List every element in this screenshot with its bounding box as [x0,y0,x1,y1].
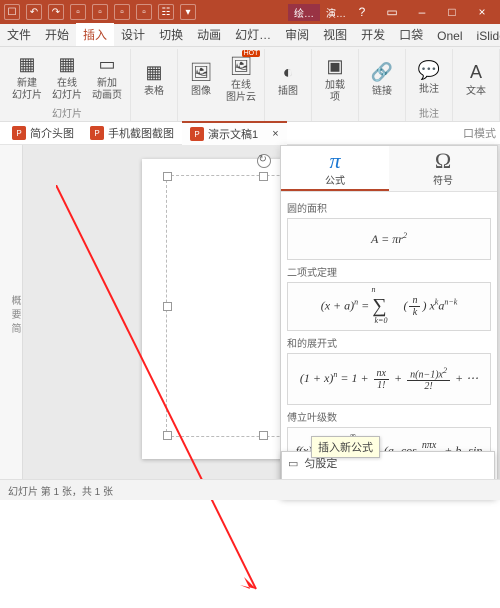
status-bar: 幻灯片 第 1 张，共 1 张 [0,479,500,500]
comment-button[interactable]: 💬批注 [410,56,448,98]
group-comment-label: 批注 [419,105,439,121]
new-slide-button[interactable]: ▦新建 幻灯片 [8,50,46,104]
tab-slideshow[interactable]: 幻灯… [228,23,278,46]
tab-review[interactable]: 审阅 [278,23,316,46]
rotate-handle[interactable] [257,154,271,168]
tab-onenote[interactable]: Onel [430,26,469,46]
online-image-button[interactable]: HOT🖼在线 图片云 [222,52,260,106]
table-icon: ▦ [142,60,166,84]
ribbon: ▦新建 幻灯片 ▦在线 幻灯片 ▭新加 动画页 幻灯片 ▦表格 🖼图像 HOT🖼… [0,47,500,122]
equation-item[interactable]: 圆的面积 A = πr2 [287,196,491,260]
undo-icon[interactable]: ↶ [26,4,42,20]
context-tab-label: 绘… [288,4,320,21]
resize-handle[interactable] [163,172,172,181]
comment-icon: 💬 [417,58,441,82]
text-icon: A [464,60,488,84]
help-icon[interactable]: ? [348,0,376,24]
qat-item[interactable]: ▫ [70,4,86,20]
hot-badge: HOT [242,50,261,57]
group-slides-label: 幻灯片 [52,105,82,121]
shapes-icon: ◐ [276,60,300,84]
ppt-icon: P [12,126,26,140]
resize-handle[interactable] [259,431,268,440]
doc-tab[interactable]: P手机截图截图 [82,122,182,144]
ribbon-toggle-icon[interactable]: ▭ [378,0,406,24]
outline-label: 概要简 [0,145,23,481]
image-icon: 🖼 [189,60,213,84]
resize-handle[interactable] [163,431,172,440]
link-button[interactable]: 🔗链接 [363,58,401,100]
tab-koubei[interactable]: 口袋 [392,23,430,46]
tab-animation[interactable]: 动画 [190,23,228,46]
qat-more-icon[interactable]: ▾ [180,4,196,20]
tab-islide[interactable]: iSlide [470,26,500,46]
tab-file[interactable]: 文件 [0,23,38,46]
document-tabs: P简介头图 P手机截图截图 P演示文稿1 × 口模式 [0,122,500,145]
shapes-button[interactable]: ◐插图 [269,58,307,100]
title-bar: ☐ ↶ ↷ ▫ ▫ ▫ ▫ ☷ ▾ 绘… 演… ? ▭ – □ × [0,0,500,24]
equation-item[interactable]: 和的展开式 (1 + x)n = 1 + nx1! + n(n−1)x22! +… [287,331,491,405]
tab-home[interactable]: 开始 [38,23,76,46]
addins-icon: ▣ [323,54,347,78]
equation-tab[interactable]: π公式 [281,146,389,191]
equation-item[interactable]: 二项式定理 (x + a)n = ∑k=0n(nk) xkan−k [287,260,491,331]
check-icon: ▭ [288,457,298,470]
doc-tab[interactable]: P简介头图 [4,122,82,144]
redo-icon[interactable]: ↷ [48,4,64,20]
qat-item[interactable]: ▫ [114,4,130,20]
addins-button[interactable]: ▣加载 项 [316,52,354,106]
doc-tab-active[interactable]: P演示文稿1 × [182,121,287,145]
image-button[interactable]: 🖼图像 [182,58,220,100]
ppt-icon: P [90,126,104,140]
app-title: 演… [326,5,346,20]
minimize-button[interactable]: – [408,0,436,24]
close-button[interactable]: × [468,0,496,24]
tooltip: 插入新公式 [311,436,380,458]
online-slide-icon: ▦ [55,52,79,76]
qat-item[interactable]: ▫ [136,4,152,20]
slide-counter: 幻灯片 第 1 张，共 1 张 [8,483,113,498]
ribbon-tabs: 文件 开始 插入 设计 切换 动画 幻灯… 审阅 视图 开发 口袋 Onel i… [0,24,500,47]
slide-canvas[interactable]: π公式 Ω符号 圆的面积 A = πr2 二项式定理 (x + a)n = ∑k… [23,145,500,481]
save-icon[interactable]: ☐ [4,4,20,20]
qat-item[interactable]: ▫ [92,4,108,20]
online-slide-button[interactable]: ▦在线 幻灯片 [48,50,86,104]
omega-icon: Ω [389,150,497,172]
resize-handle[interactable] [163,302,172,311]
ppt-icon: P [190,127,204,141]
tab-transition[interactable]: 切换 [152,23,190,46]
cloud-image-icon: 🖼 [229,54,253,78]
tab-design[interactable]: 设计 [114,23,152,46]
resize-handle[interactable] [259,172,268,181]
symbol-tab[interactable]: Ω符号 [389,146,497,191]
maximize-button[interactable]: □ [438,0,466,24]
tab-dev[interactable]: 开发 [354,23,392,46]
tab-insert[interactable]: 插入 [76,23,114,46]
mode-label: 口模式 [463,125,496,141]
quick-access-toolbar: ☐ ↶ ↷ ▫ ▫ ▫ ▫ ☷ ▾ [4,4,196,20]
text-button[interactable]: A文本 [457,58,495,100]
pi-icon: π [281,150,389,172]
workspace: 概要简 π公式 Ω符号 圆的面积 A = πr2 二项式定理 [0,145,500,481]
qat-item[interactable]: ☷ [158,4,174,20]
anim-page-icon: ▭ [95,52,119,76]
close-tab-icon[interactable]: × [272,128,278,140]
new-anim-page-button[interactable]: ▭新加 动画页 [88,50,126,104]
tab-view[interactable]: 视图 [316,23,354,46]
table-button[interactable]: ▦表格 [135,58,173,100]
link-icon: 🔗 [370,60,394,84]
new-slide-icon: ▦ [15,52,39,76]
